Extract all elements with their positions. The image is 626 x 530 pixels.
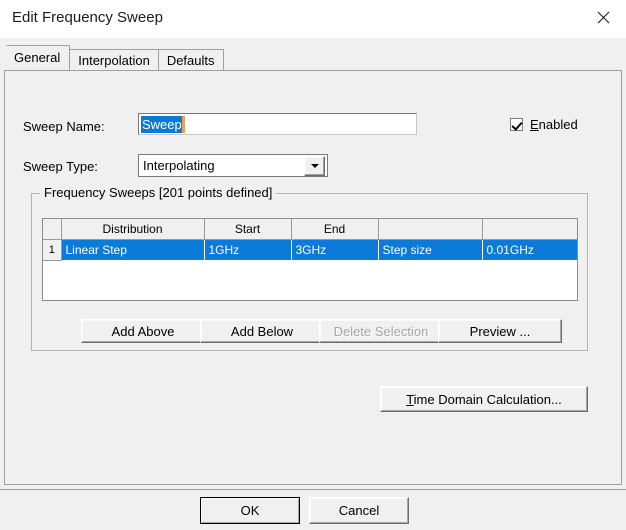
grid-col-type[interactable]: [378, 219, 483, 240]
enabled-label: Enabled: [530, 117, 578, 132]
sweep-type-value: Interpolating: [143, 158, 215, 173]
dialog-body: General Interpolation Defaults Sweep Nam…: [0, 38, 626, 530]
grid-col-start[interactable]: Start: [204, 219, 292, 240]
preview-button[interactable]: Preview ...: [438, 319, 562, 343]
sweep-type-label: Sweep Type:: [23, 159, 98, 174]
cell-end[interactable]: 3GHz: [291, 239, 379, 260]
sweep-name-label: Sweep Name:: [23, 119, 105, 134]
tab-panel-general: Sweep Name: Sweep Enabled Sweep Type: In…: [4, 70, 622, 485]
tab-general-label: General: [14, 50, 61, 65]
tab-interpolation[interactable]: Interpolation: [69, 49, 159, 70]
cancel-button[interactable]: Cancel: [309, 497, 409, 524]
ok-label: OK: [240, 503, 260, 518]
footer-divider: [0, 489, 626, 490]
frequency-sweeps-grid[interactable]: Distribution Start End 1 Linear Step 1GH…: [42, 218, 578, 301]
cell-step-type[interactable]: Step size: [378, 239, 483, 260]
cell-distribution[interactable]: Linear Step: [61, 239, 205, 260]
title-bar: Edit Frequency Sweep: [0, 0, 626, 38]
enabled-checkbox[interactable]: Enabled: [510, 117, 578, 132]
add-below-button[interactable]: Add Below: [200, 319, 324, 343]
preview-label: Preview ...: [469, 323, 531, 339]
grid-col-value[interactable]: [482, 219, 577, 240]
window-title: Edit Frequency Sweep: [12, 9, 163, 26]
tab-interpolation-label: Interpolation: [78, 53, 150, 68]
cancel-label: Cancel: [338, 503, 380, 518]
grid-header-row: Distribution Start End: [43, 219, 577, 240]
time-domain-calculation-button[interactable]: Time Domain Calculation...: [380, 386, 588, 412]
add-below-label: Add Below: [230, 323, 294, 339]
table-row[interactable]: 1 Linear Step 1GHz 3GHz Step size 0.01GH…: [43, 239, 577, 261]
ok-button[interactable]: OK: [200, 497, 300, 524]
tab-general[interactable]: General: [6, 45, 71, 70]
cell-step-value[interactable]: 0.01GHz: [482, 239, 577, 260]
delete-selection-button: Delete Selection: [319, 319, 443, 343]
tab-defaults-label: Defaults: [166, 53, 215, 68]
delete-selection-label: Delete Selection: [333, 323, 429, 339]
sweep-name-value: Sweep: [141, 115, 182, 133]
time-domain-calculation-label: Time Domain Calculation...: [406, 391, 562, 407]
text-caret: [181, 115, 185, 133]
checkmark-icon: [510, 118, 523, 131]
close-icon[interactable]: [580, 0, 626, 34]
add-above-button[interactable]: Add Above: [81, 319, 205, 343]
sweep-type-select[interactable]: Interpolating: [138, 154, 328, 177]
row-number[interactable]: 1: [43, 239, 62, 261]
chevron-down-icon[interactable]: [304, 155, 325, 176]
cell-start[interactable]: 1GHz: [204, 239, 292, 260]
tab-defaults[interactable]: Defaults: [157, 49, 224, 70]
grid-col-distribution[interactable]: Distribution: [61, 219, 205, 240]
grid-table: Distribution Start End 1 Linear Step 1GH…: [43, 219, 577, 261]
grid-col-end[interactable]: End: [291, 219, 379, 240]
sweep-name-input[interactable]: Sweep: [138, 113, 417, 135]
frequency-sweeps-title: Frequency Sweeps [201 points defined]: [40, 185, 277, 200]
grid-col-rownum[interactable]: [43, 219, 62, 240]
add-above-label: Add Above: [111, 323, 175, 339]
tab-strip: General Interpolation Defaults: [6, 45, 224, 70]
